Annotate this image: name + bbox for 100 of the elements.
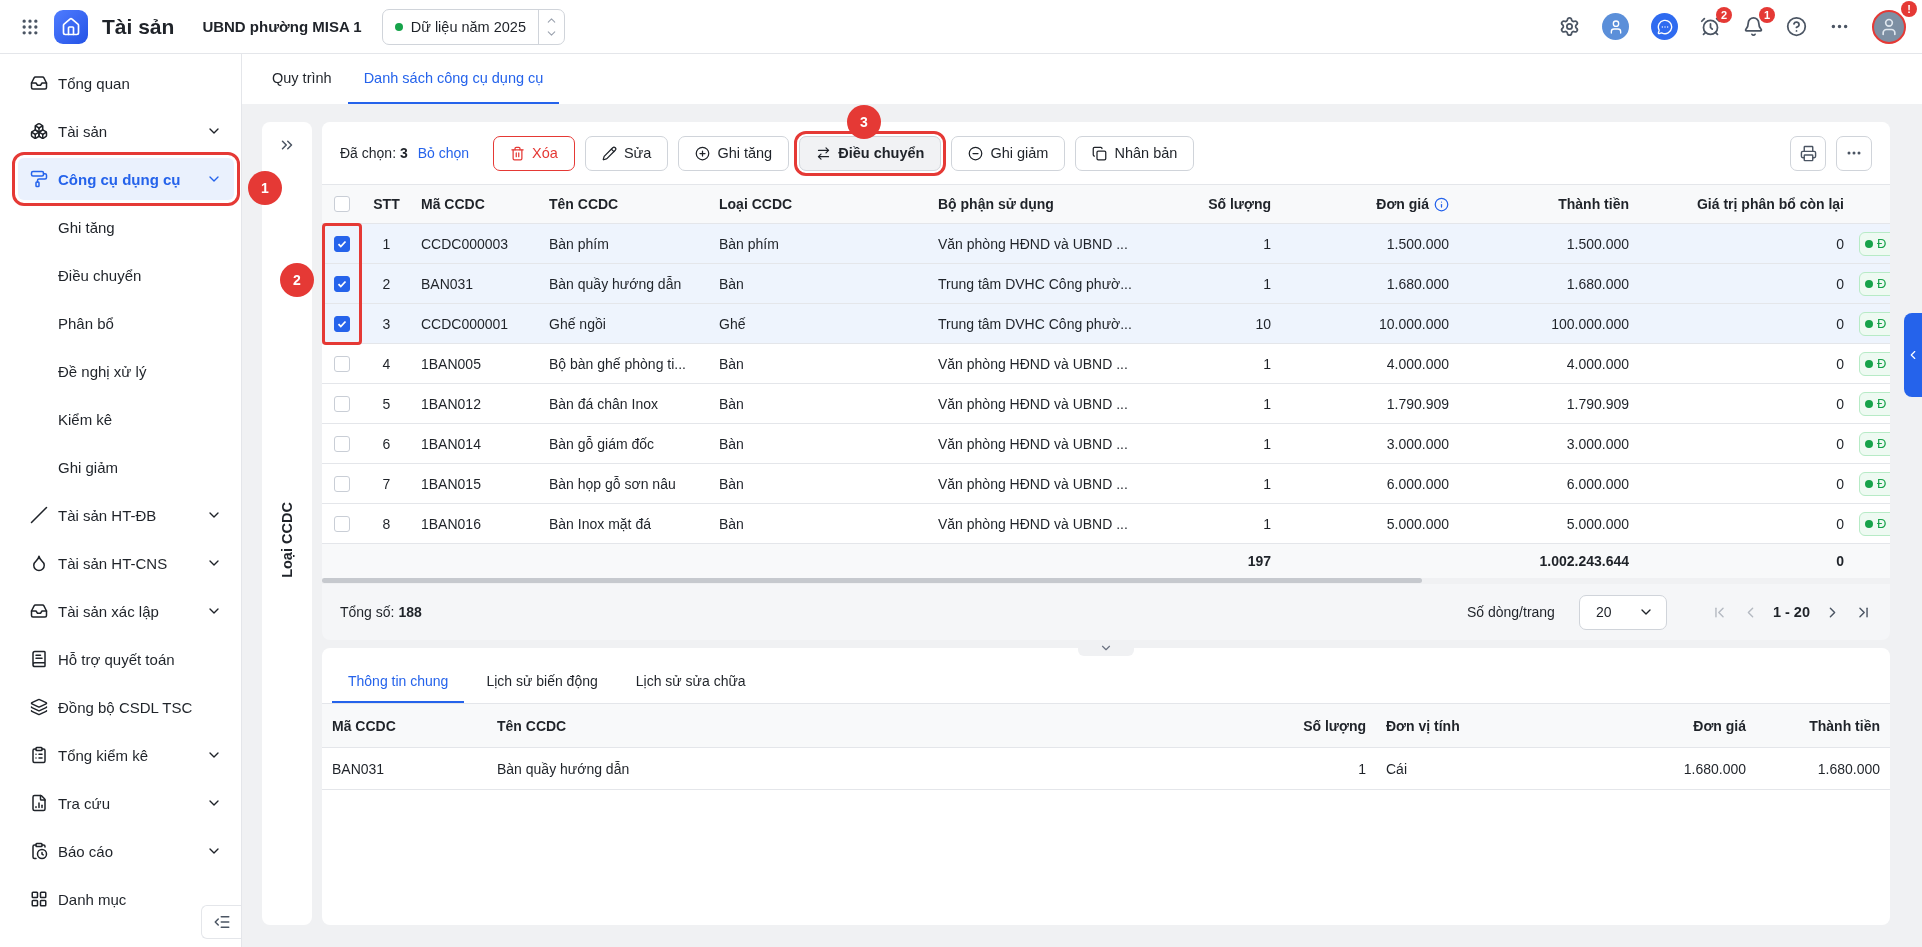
sidebar-item[interactable]: Tài sản HT-CNS	[18, 542, 234, 584]
sidebar-item[interactable]: Hỗ trợ quyết toán	[18, 638, 234, 680]
table-cell-text: Bàn gỗ giám đốc	[548, 434, 656, 454]
delete-button[interactable]: Xóa	[493, 135, 575, 171]
table-cell-text: Văn phòng HĐND và UBND ...	[937, 394, 1129, 414]
clipboard-clock-icon	[30, 842, 48, 860]
edit-button[interactable]: Sửa	[584, 135, 669, 171]
table-cell-text: 3.000.000	[1565, 434, 1630, 454]
table-cell-text: 1.680.000	[1682, 759, 1747, 779]
info-icon[interactable]	[1434, 196, 1449, 212]
table-cell-text: BAN031	[420, 274, 475, 294]
trash-icon	[510, 145, 526, 161]
bell-icon[interactable]	[1743, 16, 1764, 37]
sidebar-subitem[interactable]: Đề nghị xử lý	[18, 350, 234, 392]
table-cell-text: Bàn phím	[548, 234, 610, 254]
year-selector[interactable]: Dữ liệu năm 2025	[381, 8, 565, 45]
table-cell-text: CCDC000003	[420, 234, 510, 254]
check-icon	[337, 278, 347, 289]
sidebar-item[interactable]: Tra cứu	[18, 782, 234, 824]
table-cell-text: Bàn	[718, 514, 745, 534]
sidebar-subitem[interactable]: Điều chuyển	[18, 254, 234, 296]
user-avatar[interactable]	[1872, 9, 1906, 44]
sidebar-subitem[interactable]: Phân bổ	[18, 302, 234, 344]
table-row[interactable]: 2 BAN031 Bàn quầy hướng dẫn Bàn Trung tâm DVHC Công phườ... 1 1.680.000 1.680.000 0 Đ	[322, 264, 1890, 304]
column-header: Tên CCDC	[496, 716, 568, 736]
table-cell-text: Bàn	[718, 434, 745, 454]
rows-per-page-label: Số dòng/trang	[1466, 604, 1555, 620]
table-cell-text: 2	[381, 274, 392, 294]
table-cell-text: Bàn đá chân Inox	[548, 394, 659, 414]
app-name: Tài sản	[102, 14, 175, 39]
grid-icon	[30, 890, 48, 908]
remove-button[interactable]: Ghi giảm	[951, 135, 1066, 171]
tab[interactable]: Quy trình	[256, 54, 348, 104]
count-badge: 1	[1759, 7, 1775, 23]
sidebar-item[interactable]: Đồng bộ CSDL TSC	[18, 686, 234, 728]
table-cell-text: Văn phòng HĐND và UBND ...	[937, 514, 1129, 534]
status-tag: Đ	[1859, 271, 1890, 296]
table-cell-text: 1BAN015	[420, 474, 482, 494]
table-cell-text: 6	[381, 434, 392, 454]
help-icon[interactable]	[1786, 16, 1807, 37]
table-cell-text: Bàn quầy hướng dẫn	[548, 274, 683, 294]
status-tag: Đ	[1859, 351, 1890, 376]
check-icon	[337, 238, 347, 249]
layers-icon	[30, 698, 48, 716]
table-cell-text: Ghế	[718, 314, 747, 334]
sidebar-subitem[interactable]: Ghi tăng	[18, 206, 234, 248]
sidebar-item[interactable]: Danh mục	[18, 878, 234, 920]
column-header: Mã CCDC	[420, 195, 486, 214]
bot-avatar-icon[interactable]	[1602, 13, 1629, 40]
table-cell-text: Văn phòng HĐND và UBND ...	[937, 474, 1129, 494]
table-cell-text: 5.000.000	[1565, 514, 1630, 534]
selection-count: Đã chọn: 3	[340, 145, 408, 161]
collapse-sidebar-button[interactable]	[201, 905, 241, 939]
chat-icon[interactable]	[1651, 13, 1678, 40]
sidebar-item[interactable]: Tài sản	[18, 110, 234, 152]
tab[interactable]: Danh sách công cụ dụng cụ	[347, 54, 560, 104]
table-cell-text: 1	[1262, 514, 1272, 534]
sidebar-item[interactable]: Tài sản HT-ĐB	[18, 494, 234, 536]
table-cell-text: 0	[1835, 474, 1845, 494]
clear-selection-link[interactable]: Bỏ chọn	[417, 145, 470, 161]
side-panel-handle[interactable]	[1904, 313, 1922, 397]
column-header: Thành tiền	[1557, 195, 1630, 214]
table-cell-text: Văn phòng HĐND và UBND ...	[937, 234, 1129, 254]
checkbox[interactable]	[334, 275, 350, 292]
tab[interactable]: Lịch sử sửa chữa	[619, 660, 762, 703]
sidebar-item[interactable]: Tổng kiểm kê	[18, 734, 234, 776]
sidebar-item[interactable]: Tổng quan	[18, 62, 234, 104]
table-cell-text: Ghế ngồi	[548, 314, 607, 334]
table-cell-text: 1.680.000	[1816, 759, 1881, 779]
table-row[interactable]: 3 CCDC000001 Ghế ngồi Ghế Trung tâm DVHC Công phườ... 10 10.000.000 100.000.000 0 Đ	[322, 304, 1890, 344]
checkbox[interactable]	[334, 235, 350, 252]
cubes-icon	[30, 122, 48, 140]
add-button[interactable]: Ghi tăng	[678, 135, 790, 171]
checkbox[interactable]	[334, 315, 350, 332]
plus-circle-icon	[695, 145, 711, 161]
table-cell-text: Bàn	[718, 274, 745, 294]
sidebar-subitem[interactable]: Kiểm kê	[18, 398, 234, 440]
table-cell-text: 1	[1262, 474, 1272, 494]
table-cell-text: 1.790.909	[1385, 394, 1450, 414]
tab[interactable]: Lịch sử biến động	[470, 660, 614, 703]
print-button[interactable]	[1790, 135, 1826, 171]
check-icon	[337, 318, 347, 329]
sidebar-item[interactable]: Tài sản xác lập	[18, 590, 234, 632]
alarm-clock-icon[interactable]	[1700, 16, 1721, 37]
table-cell-text: 1	[1262, 274, 1272, 294]
table-cell-text: 3.000.000	[1385, 434, 1450, 454]
sidebar-item[interactable]: Báo cáo	[18, 830, 234, 872]
table-cell-text: Cái	[1385, 759, 1408, 779]
column-header: Thành tiền	[1808, 716, 1881, 736]
total-remaining: 0	[1835, 552, 1845, 571]
copy-button[interactable]: Nhân bản	[1075, 135, 1195, 171]
page-range: 1 - 20	[1772, 604, 1810, 620]
table-row[interactable]: 1 CCDC000003 Bàn phím Bàn phím Văn phòng HĐND và UBND ... 1 1.500.000 1.500.000 0 Đ	[322, 224, 1890, 264]
settings-icon[interactable]	[1559, 16, 1580, 37]
rows-per-page-select[interactable]: 20	[1578, 594, 1667, 630]
table-cell-text: Bàn họp gỗ sơn nâu	[548, 474, 677, 494]
table-cell-text: 5.000.000	[1385, 514, 1450, 534]
sidebar-subitem[interactable]: Ghi giảm	[18, 446, 234, 488]
scrollbar[interactable]	[322, 578, 1422, 583]
table-cell-text: 1	[1357, 759, 1367, 779]
